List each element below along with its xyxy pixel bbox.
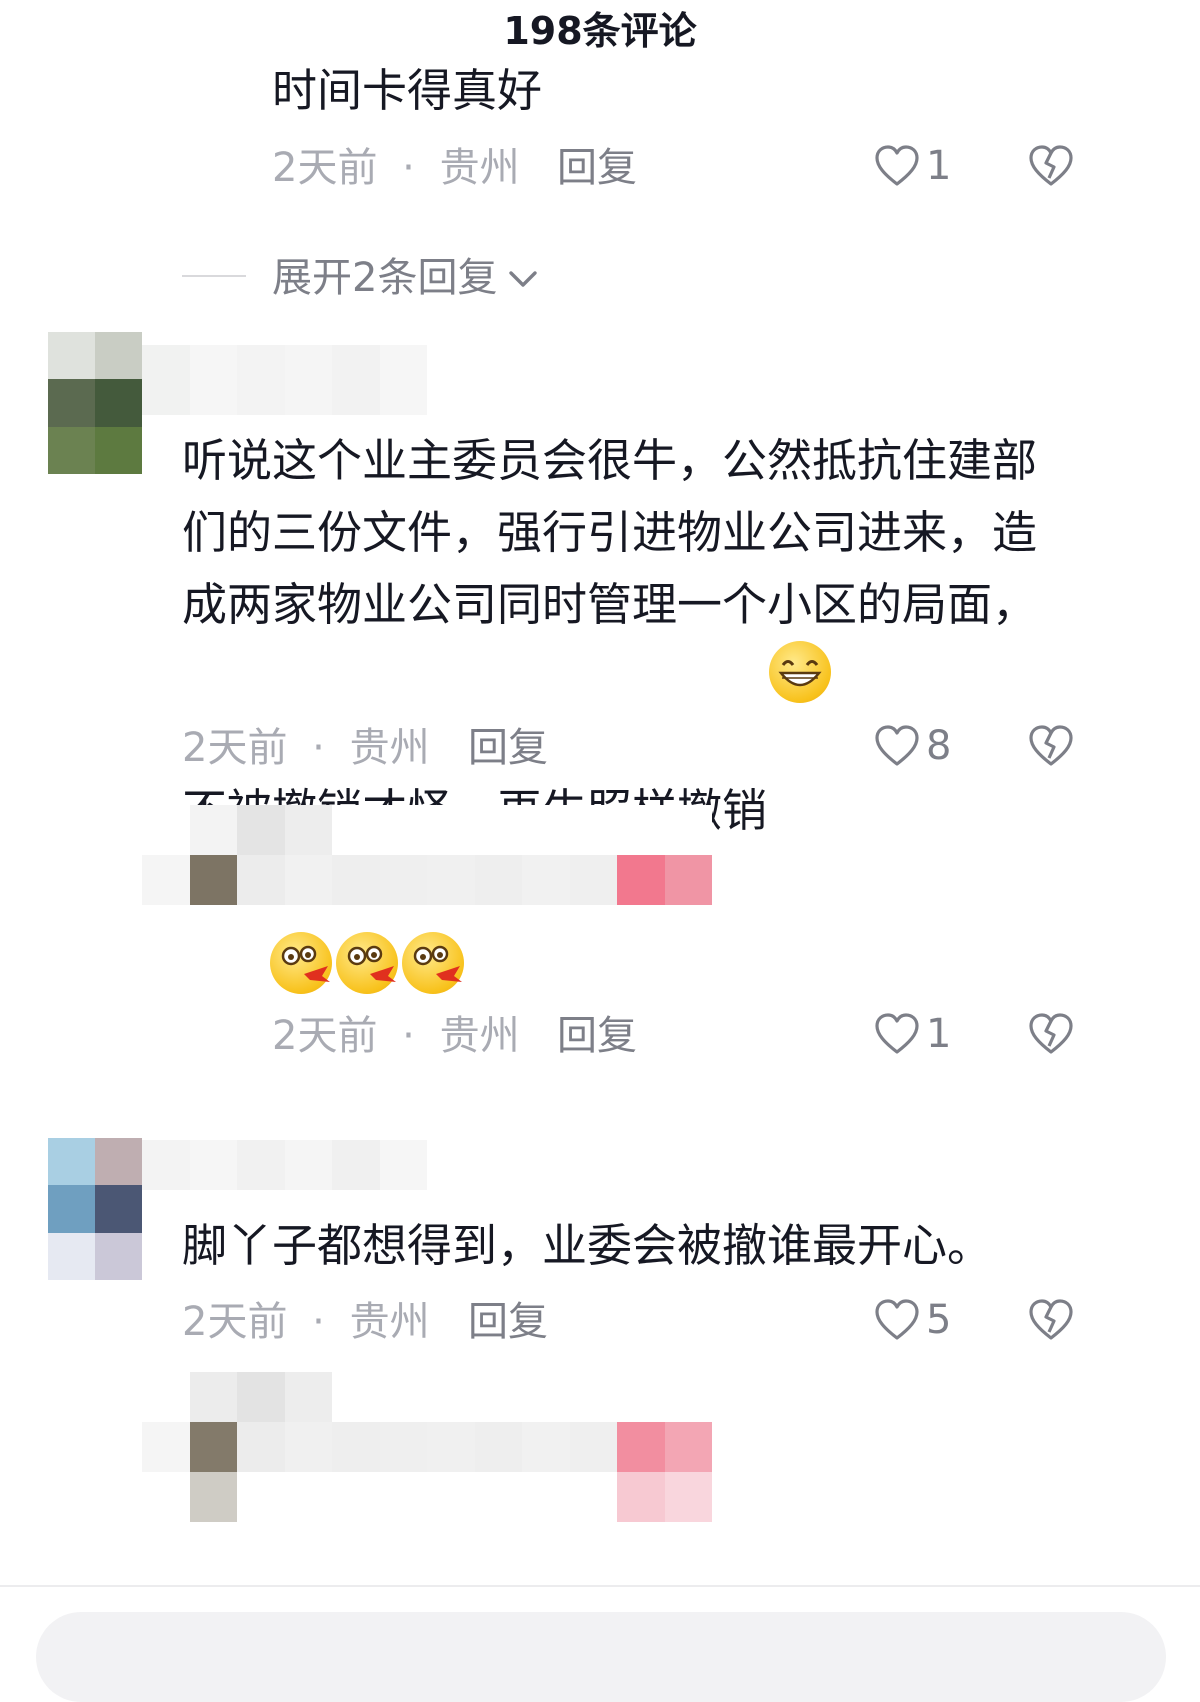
- comment-body: 听说这个业主委员会很牛，公然抵抗住建部们的三份文件，强行引进物业公司进来，造成两…: [182, 434, 1038, 837]
- comment-meta: 2天前 · 贵州: [182, 720, 430, 776]
- comments-count-title: 198条评论: [503, 9, 697, 53]
- shocked-spitting-emoji: [270, 932, 332, 994]
- comment-time: 2天前: [272, 1013, 378, 1059]
- comment-time: 2天前: [272, 145, 378, 191]
- grin-emoji: [769, 641, 832, 703]
- comment-location: 贵州: [439, 1013, 520, 1059]
- reply-user-blurred[interactable]: [142, 1372, 712, 1584]
- reply-button[interactable]: 回复: [468, 1294, 548, 1350]
- reply-user-blurred[interactable]: [142, 805, 712, 905]
- broken-heart-icon[interactable]: [1028, 1012, 1074, 1056]
- comment-text: 脚丫子都想得到，业委会被撤谁最开心。: [182, 1219, 993, 1272]
- reply-emoji-row: [270, 932, 464, 994]
- like-count: 8: [926, 723, 952, 769]
- like-count: 1: [926, 143, 952, 189]
- comment-meta: 2天前 · 贵州: [272, 140, 520, 196]
- expand-replies-label: 展开2条回复: [272, 255, 498, 301]
- shocked-spitting-emoji: [402, 932, 464, 994]
- chevron-down-icon: [507, 250, 539, 306]
- reply-button[interactable]: 回复: [468, 720, 548, 776]
- heart-outline-icon: [874, 144, 920, 188]
- comment-meta: 2天前 · 贵州: [182, 1294, 430, 1350]
- meta-separator: ·: [312, 725, 325, 771]
- like-button[interactable]: 5: [874, 1292, 951, 1348]
- comment-meta: 2天前 · 贵州: [272, 1008, 520, 1064]
- comment-time: 2天前: [182, 1299, 288, 1345]
- comment-time: 2天前: [182, 725, 288, 771]
- expand-replies-button[interactable]: 展开2条回复: [272, 250, 539, 306]
- comment-location: 贵州: [349, 725, 430, 771]
- broken-heart-icon[interactable]: [1028, 144, 1074, 188]
- comment-location: 贵州: [349, 1299, 430, 1345]
- heart-outline-icon: [874, 1298, 920, 1342]
- broken-heart-icon[interactable]: [1028, 1298, 1074, 1342]
- comment-text: 听说这个业主委员会很牛，公然抵抗住建部们的三份文件，强行引进物业公司进来，造成两…: [182, 425, 1070, 847]
- username-blurred[interactable]: [142, 345, 427, 415]
- comment-location: 贵州: [439, 145, 520, 191]
- avatar[interactable]: [48, 332, 142, 474]
- shocked-spitting-emoji: [336, 932, 398, 994]
- avatar[interactable]: [48, 1138, 142, 1280]
- meta-separator: ·: [402, 145, 415, 191]
- expand-divider: [182, 275, 246, 277]
- meta-separator: ·: [312, 1299, 325, 1345]
- username-blurred[interactable]: [142, 1140, 427, 1190]
- heart-outline-icon: [874, 724, 920, 768]
- comment-input[interactable]: [36, 1612, 1166, 1702]
- reply-button[interactable]: 回复: [557, 140, 637, 196]
- heart-outline-icon: [874, 1012, 920, 1056]
- like-button[interactable]: 1: [874, 138, 951, 194]
- like-button[interactable]: 1: [874, 1006, 951, 1062]
- like-count: 5: [926, 1297, 952, 1343]
- broken-heart-icon[interactable]: [1028, 724, 1074, 768]
- meta-separator: ·: [402, 1013, 415, 1059]
- like-button[interactable]: 8: [874, 718, 951, 774]
- comment-text: 时间卡得真好: [272, 64, 543, 117]
- reply-button[interactable]: 回复: [557, 1008, 637, 1064]
- like-count: 1: [926, 1011, 952, 1057]
